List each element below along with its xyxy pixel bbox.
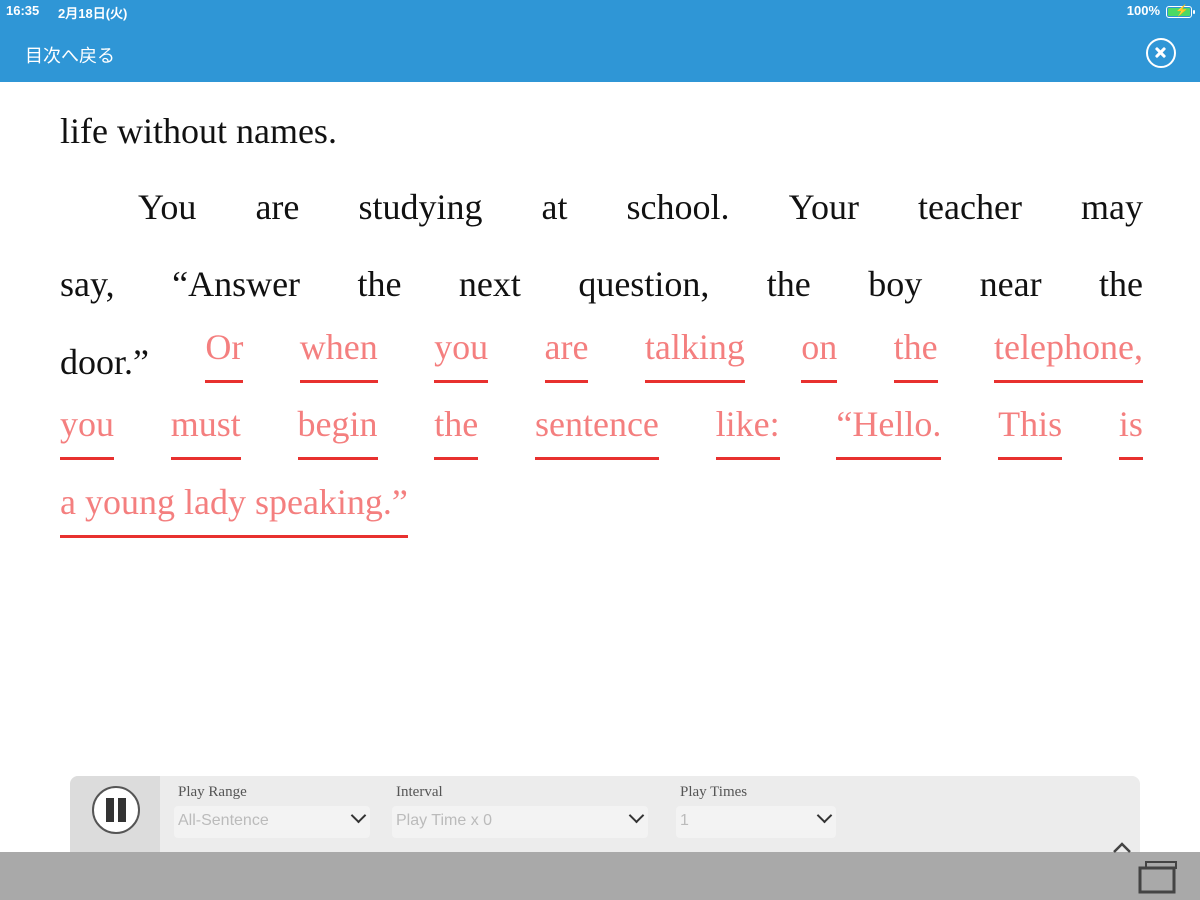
play-range-select[interactable]: All-Sentence — [174, 806, 370, 838]
word[interactable]: teacher — [918, 186, 1022, 228]
status-time: 16:35 — [6, 3, 40, 18]
play-area — [70, 776, 160, 856]
highlighted-word[interactable]: the — [434, 403, 479, 460]
highlighted-word[interactable]: a young lady speaking.” — [60, 481, 408, 538]
word[interactable]: boy — [868, 263, 922, 305]
close-icon[interactable] — [1146, 38, 1176, 68]
highlighted-word[interactable]: like: — [715, 403, 780, 460]
battery-percentage: 100% — [1126, 3, 1160, 18]
highlighted-word[interactable]: are — [544, 326, 589, 383]
highlighted-word[interactable]: begin — [297, 403, 378, 460]
highlighted-word[interactable]: when — [299, 326, 378, 383]
back-to-contents-link[interactable]: 目次へ戻る — [25, 42, 115, 68]
play-range-value: All-Sentence — [178, 812, 269, 829]
text-line: You are studying at school. Your teacher may — [138, 168, 1143, 228]
chevron-down-icon — [628, 807, 645, 824]
word[interactable]: You — [138, 186, 196, 228]
word[interactable]: Your — [789, 186, 859, 228]
word[interactable]: studying — [358, 186, 482, 228]
chevron-up-icon[interactable] — [1112, 838, 1132, 858]
highlighted-word[interactable]: “Hello. — [836, 403, 942, 460]
play-times-select[interactable]: 1 — [676, 806, 836, 838]
status-date: 2月18日(火) — [58, 6, 128, 21]
battery-icon: ⚡ — [1166, 5, 1195, 18]
highlighted-word[interactable]: must — [170, 403, 241, 460]
word[interactable]: the — [357, 263, 401, 305]
word[interactable]: life without names. — [60, 110, 337, 152]
interval-value: Play Time x 0 — [396, 812, 493, 829]
word[interactable]: are — [255, 186, 299, 228]
text-line: life without names. — [60, 92, 1143, 152]
chevron-down-icon — [816, 807, 833, 824]
status-bar: 16:35 2月18日(火) 100% ⚡ — [0, 0, 1200, 24]
highlighted-word[interactable]: talking — [644, 326, 745, 383]
word[interactable]: near — [980, 263, 1042, 305]
word[interactable]: school. — [627, 186, 730, 228]
highlighted-word[interactable]: the — [893, 326, 938, 383]
text-line: you must begin the sentence like: “Hello. This i… — [60, 400, 1143, 460]
play-times-label: Play Times — [680, 784, 748, 800]
text-line: say, “Answer the next question, the boy near the — [60, 245, 1143, 305]
bottom-toolbar — [0, 852, 1200, 900]
word[interactable]: the — [1099, 263, 1143, 305]
word[interactable]: the — [767, 263, 811, 305]
highlighted-word[interactable]: This — [998, 403, 1063, 460]
word[interactable]: say, — [60, 263, 115, 305]
highlighted-word[interactable]: is — [1118, 403, 1143, 460]
word[interactable]: next — [459, 263, 521, 305]
word[interactable]: at — [542, 186, 568, 228]
interval-select[interactable]: Play Time x 0 — [392, 806, 648, 838]
word[interactable]: door.” — [60, 341, 149, 383]
word[interactable]: “Answer — [172, 263, 300, 305]
play-range-label: Play Range — [178, 784, 247, 800]
interval-label: Interval — [396, 784, 443, 800]
word[interactable]: may — [1081, 186, 1143, 228]
highlighted-word[interactable]: telephone, — [994, 326, 1143, 383]
highlighted-word[interactable]: you — [434, 326, 489, 383]
text-line: a young lady speaking.” — [60, 478, 1143, 538]
highlighted-word[interactable]: Or — [205, 326, 244, 383]
playback-control-panel: Play Range All-Sentence Interval Play Ti… — [70, 776, 1140, 856]
nav-bar: 目次へ戻る — [0, 24, 1200, 82]
word[interactable]: question, — [578, 263, 709, 305]
highlighted-word[interactable]: on — [801, 326, 838, 383]
highlighted-word[interactable]: you — [60, 403, 114, 460]
play-times-value: 1 — [680, 812, 689, 829]
text-line: door.” Or when you are talking on the telephone, — [60, 323, 1143, 383]
highlighted-word[interactable]: sentence — [534, 403, 659, 460]
pause-icon[interactable] — [92, 786, 140, 834]
window-icon[interactable] — [1138, 860, 1178, 894]
chevron-down-icon — [350, 807, 367, 824]
